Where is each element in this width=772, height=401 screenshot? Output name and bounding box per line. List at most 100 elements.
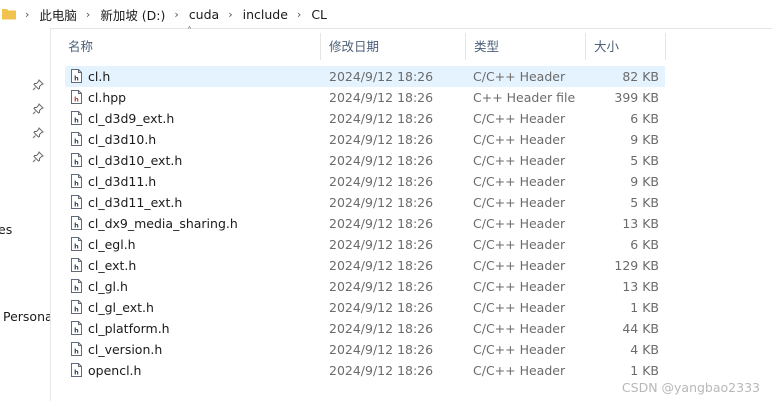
- chevron-right-icon[interactable]: ›: [297, 8, 301, 21]
- file-date-modified: 2024/9/12 18:26: [329, 342, 434, 357]
- file-type: C++ Header file: [473, 90, 576, 105]
- file-row[interactable]: h cl_gl.h 2024/9/12 18:26 C/C++ Header 13 KB: [65, 276, 665, 297]
- file-size: 1 KB: [630, 363, 659, 378]
- svg-text:h: h: [74, 306, 79, 314]
- file-row[interactable]: h cl_d3d11.h 2024/9/12 18:26 C/C++ Header 9 …: [65, 171, 665, 192]
- file-date-modified: 2024/9/12 18:26: [329, 300, 434, 315]
- pin-icon[interactable]: [32, 103, 44, 115]
- header-file-icon: h: [71, 174, 82, 188]
- svg-text:h: h: [74, 96, 79, 104]
- svg-text:h: h: [74, 222, 79, 230]
- file-row[interactable]: h cl_egl.h 2024/9/12 18:26 C/C++ Header 6 KB: [65, 234, 665, 255]
- column-size[interactable]: 大小: [586, 33, 666, 60]
- file-type: C/C++ Header: [473, 69, 566, 84]
- file-name: opencl.h: [88, 363, 142, 378]
- file-row[interactable]: h cl_platform.h 2024/9/12 18:26 C/C++ Heade…: [65, 318, 665, 339]
- column-date-modified[interactable]: 修改日期: [321, 33, 466, 60]
- breadcrumb-cl[interactable]: CL: [311, 7, 327, 22]
- svg-text:h: h: [74, 159, 79, 167]
- file-size: 5 KB: [630, 153, 659, 168]
- svg-text:h: h: [74, 180, 79, 188]
- file-name: cl_d3d11.h: [88, 174, 157, 189]
- file-name: cl_d3d10_ext.h: [88, 153, 183, 168]
- file-size: 4 KB: [630, 342, 659, 357]
- file-date-modified: 2024/9/12 18:26: [329, 279, 434, 294]
- pin-icon[interactable]: [32, 127, 44, 139]
- file-type: C/C++ Header: [473, 195, 566, 210]
- svg-text:h: h: [74, 264, 79, 272]
- file-name: cl.h: [88, 69, 111, 84]
- file-type: C/C++ Header: [473, 216, 566, 231]
- file-row[interactable]: h cl_d3d10_ext.h 2024/9/12 18:26 C/C++ Head…: [65, 150, 665, 171]
- file-size: 9 KB: [630, 174, 659, 189]
- file-name: cl_d3d11_ext.h: [88, 195, 183, 210]
- file-row[interactable]: h opencl.h 2024/9/12 18:26 C/C++ Header 1 KB: [65, 360, 665, 381]
- file-name: cl_platform.h: [88, 321, 170, 336]
- svg-text:h: h: [74, 243, 79, 251]
- svg-text:h: h: [74, 369, 79, 377]
- chevron-right-icon[interactable]: ›: [25, 8, 29, 21]
- column-name[interactable]: 名称: [60, 33, 321, 60]
- chevron-right-icon[interactable]: ›: [174, 8, 178, 21]
- svg-text:h: h: [74, 117, 79, 125]
- file-name: cl.hpp: [88, 90, 127, 105]
- file-row[interactable]: h cl_d3d10.h 2024/9/12 18:26 C/C++ Header 9 …: [65, 129, 665, 150]
- file-row[interactable]: h cl_dx9_media_sharing.h 2024/9/12 18:26 C/…: [65, 213, 665, 234]
- file-size: 44 KB: [622, 321, 659, 336]
- file-type: C/C++ Header: [473, 279, 566, 294]
- file-date-modified: 2024/9/12 18:26: [329, 69, 434, 84]
- file-size: 5 KB: [630, 195, 659, 210]
- file-date-modified: 2024/9/12 18:26: [329, 237, 434, 252]
- chevron-right-icon[interactable]: ›: [228, 8, 232, 21]
- file-row[interactable]: h cl_version.h 2024/9/12 18:26 C/C++ Header…: [65, 339, 665, 360]
- breadcrumb-this-pc[interactable]: 此电脑: [39, 5, 77, 24]
- chevron-right-icon[interactable]: ›: [86, 8, 90, 21]
- file-type: C/C++ Header: [473, 363, 566, 378]
- file-name: cl_version.h: [88, 342, 163, 357]
- header-file-icon: h: [71, 153, 82, 167]
- folder-icon: [2, 9, 16, 20]
- file-type: C/C++ Header: [473, 300, 566, 315]
- header-file-icon: h: [71, 237, 82, 251]
- header-file-icon: h: [71, 111, 82, 125]
- file-row[interactable]: h cl_d3d9_ext.h 2024/9/12 18:26 C/C++ Heade…: [65, 108, 665, 129]
- file-row[interactable]: h cl.hpp 2024/9/12 18:26 C++ Header file 399…: [65, 87, 665, 108]
- file-row[interactable]: h cl.h 2024/9/12 18:26 C/C++ Header 82 KB: [65, 66, 665, 87]
- file-name: cl_gl.h: [88, 279, 128, 294]
- header-file-icon: h: [71, 300, 82, 314]
- navigation-pane: es Persona: [0, 28, 51, 401]
- file-type: C/C++ Header: [473, 342, 566, 357]
- file-date-modified: 2024/9/12 18:26: [329, 321, 434, 336]
- breadcrumb-cuda[interactable]: cuda: [189, 7, 219, 22]
- nav-item-personal[interactable]: Persona: [3, 309, 50, 324]
- file-size: 1 KB: [630, 300, 659, 315]
- file-date-modified: 2024/9/12 18:26: [329, 216, 434, 231]
- file-row[interactable]: h cl_gl_ext.h 2024/9/12 18:26 C/C++ Header 1…: [65, 297, 665, 318]
- file-type: C/C++ Header: [473, 111, 566, 126]
- pin-icon[interactable]: [32, 151, 44, 163]
- file-date-modified: 2024/9/12 18:26: [329, 195, 434, 210]
- pin-icon[interactable]: [32, 79, 44, 91]
- file-size: 9 KB: [630, 132, 659, 147]
- nav-item-es[interactable]: es: [0, 222, 12, 237]
- file-type: C/C++ Header: [473, 132, 566, 147]
- file-row[interactable]: h cl_d3d11_ext.h 2024/9/12 18:26 C/C++ Head…: [65, 192, 665, 213]
- watermark: CSDN @yangbao2333: [621, 380, 760, 395]
- breadcrumb-drive[interactable]: 新加坡 (D:): [100, 5, 165, 24]
- file-date-modified: 2024/9/12 18:26: [329, 132, 434, 147]
- header-file-icon: h: [71, 195, 82, 209]
- file-type: C/C++ Header: [473, 237, 566, 252]
- column-type[interactable]: 类型: [466, 33, 586, 60]
- file-name: cl_gl_ext.h: [88, 300, 154, 315]
- column-header: ˄ 名称 修改日期 类型 大小: [60, 26, 666, 60]
- address-bar[interactable]: › 此电脑 › 新加坡 (D:) › cuda › include › CL: [0, 0, 772, 29]
- file-date-modified: 2024/9/12 18:26: [329, 90, 434, 105]
- file-size: 6 KB: [630, 237, 659, 252]
- file-type: C/C++ Header: [473, 174, 566, 189]
- breadcrumb-include[interactable]: include: [243, 7, 288, 22]
- file-size: 6 KB: [630, 111, 659, 126]
- file-name: cl_egl.h: [88, 237, 136, 252]
- file-row[interactable]: h cl_ext.h 2024/9/12 18:26 C/C++ Header 129 …: [65, 255, 665, 276]
- file-date-modified: 2024/9/12 18:26: [329, 111, 434, 126]
- file-date-modified: 2024/9/12 18:26: [329, 363, 434, 378]
